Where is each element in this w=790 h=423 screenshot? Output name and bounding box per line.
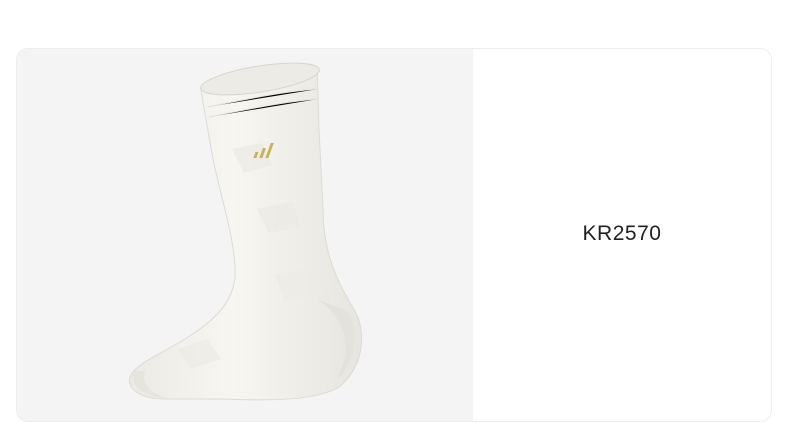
sock-body bbox=[129, 66, 362, 401]
sock-image bbox=[129, 62, 362, 401]
product-card[interactable]: KR2570 bbox=[16, 48, 772, 422]
product-info: KR2570 bbox=[473, 49, 771, 421]
product-image[interactable] bbox=[17, 49, 473, 421]
product-code: KR2570 bbox=[582, 222, 662, 245]
